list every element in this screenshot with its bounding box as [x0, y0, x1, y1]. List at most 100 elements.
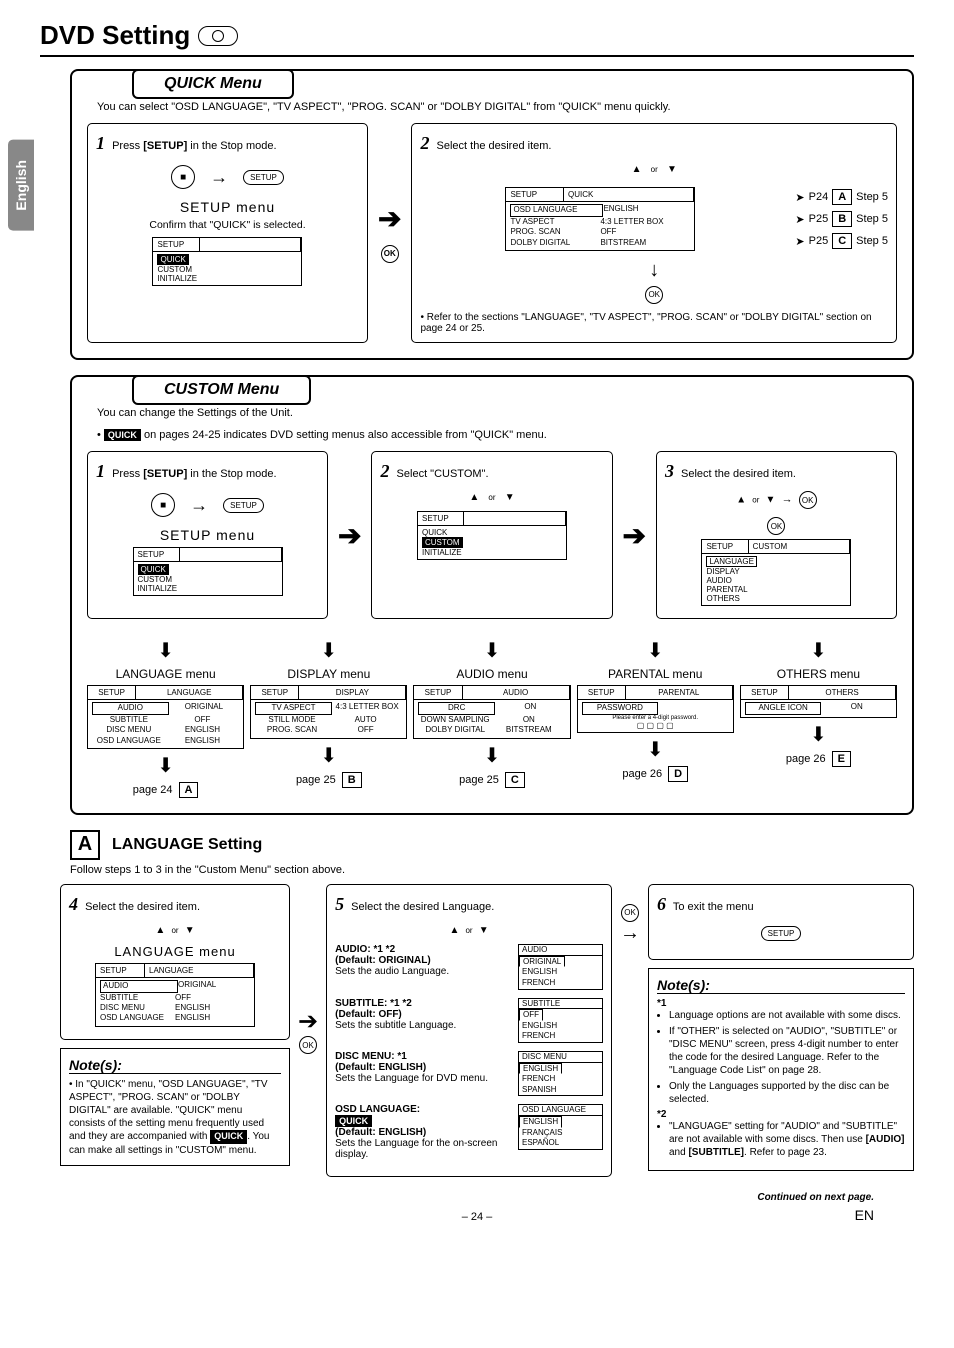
- setup-button-icon: SETUP: [223, 498, 264, 513]
- page-ref-b: ➤ P25 B Step 5: [795, 211, 888, 227]
- down-arrow-icon: ▼: [766, 495, 776, 506]
- page-number: – 24 –: [345, 1211, 610, 1223]
- language-setting-title: LANGUAGE Setting: [112, 836, 262, 854]
- osd-setup-menu: SETUP QUICK CUSTOM INITIALIZE: [417, 511, 567, 560]
- up-arrow-icon: ▲: [632, 164, 642, 175]
- down-arrow-icon: ⬇: [740, 638, 897, 663]
- down-arrow-icon: ⬇: [250, 743, 407, 768]
- osd-option-list: SUBTITLEOFFENGLISHFRENCH: [518, 998, 603, 1043]
- quick-intro: You can select "OSD LANGUAGE", "TV ASPEC…: [97, 101, 897, 113]
- language-mark: EN: [609, 1207, 874, 1223]
- down-arrow-icon: ▼: [505, 492, 515, 503]
- step-number: 2: [420, 133, 429, 153]
- quick-badge: QUICK: [104, 429, 141, 441]
- page-title-row: DVD Setting: [40, 20, 914, 57]
- lang-step-4: 4 Select the desired item. ▲ or ▼ LANGUA…: [60, 884, 290, 1040]
- ok-button-icon: OK: [621, 904, 639, 922]
- ok-button-icon: OK: [381, 245, 399, 263]
- language-setting-item: OSD LANGUAGEENGLISHFRANÇAISESPAÑOL OSD L…: [335, 1104, 603, 1160]
- notes-box-2: Note(s): *1 Language options are not ava…: [648, 968, 914, 1171]
- quick-menu-tab: QUICK Menu: [132, 69, 294, 99]
- down-arrow-icon: ▼: [185, 925, 195, 936]
- up-arrow-icon: ▲: [155, 925, 165, 936]
- down-arrow-icon: ▼: [479, 925, 489, 936]
- page-title: DVD Setting: [40, 20, 190, 51]
- down-arrow-icon: ⬇: [87, 638, 244, 663]
- custom-step-1: 1 Press [SETUP] in the Stop mode. ■ SETU…: [87, 451, 328, 619]
- setup-menu-label: SETUP menu: [96, 527, 319, 543]
- submenu-b: ⬇ DISPLAY menu SETUPDISPLAY TV ASPECT4:3…: [250, 634, 407, 798]
- osd-option-list: AUDIOORIGINALENGLISHFRENCH: [518, 944, 603, 989]
- down-arrow-icon: ⬇: [250, 638, 407, 663]
- custom-menu-tab: CUSTOM Menu: [132, 375, 311, 405]
- up-arrow-icon: ▲: [469, 492, 479, 503]
- osd-submenu: SETUPOTHERS ANGLE ICONON: [740, 685, 897, 717]
- arrow-connector: ➔ OK: [378, 123, 401, 343]
- language-setting-item: SUBTITLEOFFENGLISHFRENCH SUBTITLE: *1 *2…: [335, 998, 603, 1043]
- quick-step-2: 2 Select the desired item. ▲ or ▼ SETUPQ…: [411, 123, 897, 343]
- language-tab: English: [8, 140, 34, 231]
- submenu-d: ⬇ PARENTAL menu SETUPPARENTAL PASSWORDPl…: [577, 634, 734, 798]
- arrow-right-icon: [190, 495, 208, 516]
- custom-intro-1: You can change the Settings of the Unit.: [97, 407, 897, 419]
- custom-menu-section: CUSTOM Menu You can change the Settings …: [70, 375, 914, 815]
- quick-step-1: 1 Press [SETUP] in the Stop mode. ■ SETU…: [87, 123, 368, 343]
- stop-icon: ■: [151, 493, 175, 517]
- page-ref-a: ➤P24 A Step 5: [795, 189, 888, 205]
- osd-submenu: SETUPAUDIO DRCONDOWN SAMPLINGONDOLBY DIG…: [413, 685, 570, 738]
- custom-step-3: 3 Select the desired item. ▲ or ▼ → OK O…: [656, 451, 897, 619]
- ok-button-icon: OK: [645, 286, 663, 304]
- language-setting-header: A LANGUAGE Setting: [70, 830, 914, 860]
- osd-option-list: DISC MENUENGLISHFRENCHSPANISH: [518, 1051, 603, 1096]
- step-number: 1: [96, 133, 105, 153]
- page-ref-c: ➤ P25 C Step 5: [795, 233, 888, 249]
- osd-submenu: SETUPLANGUAGE AUDIOORIGINALSUBTITLEOFFDI…: [87, 685, 244, 749]
- down-arrow-icon: ⬇: [87, 753, 244, 778]
- language-setting-item: AUDIOORIGINALENGLISHFRENCH AUDIO: *1 *2 …: [335, 944, 603, 989]
- osd-language-menu: SETUPLANGUAGE AUDIOORIGINAL SUBTITLEOFF …: [95, 963, 255, 1027]
- submenu-a: ⬇ LANGUAGE menu SETUPLANGUAGE AUDIOORIGI…: [87, 634, 244, 798]
- notes-box-1: Note(s): • In "QUICK" menu, "OSD LANGUAG…: [60, 1048, 290, 1166]
- up-arrow-icon: ▲: [449, 925, 459, 936]
- down-arrow-icon: ⬇: [577, 737, 734, 762]
- page-footer: – 24 – Continued on next page. EN: [40, 1192, 914, 1223]
- up-arrow-icon: ▲: [736, 495, 746, 506]
- down-arrow-icon: ⬇: [577, 638, 734, 663]
- section-letter: A: [70, 830, 100, 860]
- lang-step-5: 5 Select the desired Language. ▲ or ▼ AU…: [326, 884, 612, 1178]
- ok-button-icon: OK: [799, 491, 817, 509]
- osd-submenu: SETUPDISPLAY TV ASPECT4:3 LETTER BOXSTIL…: [250, 685, 407, 738]
- quick-note: • Refer to the sections "LANGUAGE", "TV …: [420, 312, 888, 334]
- custom-step-2: 2 Select "CUSTOM". ▲ or ▼ SETUP QUICK CU…: [371, 451, 612, 619]
- submenu-c: ⬇ AUDIO menu SETUPAUDIO DRCONDOWN SAMPLI…: [413, 634, 570, 798]
- ok-button-icon: OK: [767, 517, 785, 535]
- lang-step-6: 6 To exit the menu SETUP: [648, 884, 914, 960]
- follow-steps-text: Follow steps 1 to 3 in the "Custom Menu"…: [70, 864, 914, 876]
- custom-intro-2: • QUICK on pages 24-25 indicates DVD set…: [97, 429, 897, 441]
- osd-setup-menu: SETUP QUICK CUSTOM INITIALIZE: [133, 547, 283, 596]
- osd-quick-menu: SETUPQUICK OSD LANGUAGEENGLISH TV ASPECT…: [505, 187, 695, 251]
- dvd-disc-icon: [198, 26, 238, 46]
- quick-menu-section: QUICK Menu You can select "OSD LANGUAGE"…: [70, 69, 914, 360]
- stop-icon: ■: [171, 165, 195, 189]
- down-arrow-icon: ⬇: [413, 743, 570, 768]
- down-arrow-icon: ⬇: [740, 722, 897, 747]
- arrow-right-icon: [210, 167, 228, 188]
- osd-setup-menu: SETUP QUICK CUSTOM INITIALIZE: [152, 237, 302, 286]
- down-arrow-icon: ⬇: [413, 638, 570, 663]
- down-arrow-icon: ↓: [420, 259, 888, 282]
- continued-text: Continued on next page.: [609, 1192, 874, 1203]
- arrow-right-icon: →: [782, 494, 793, 506]
- ok-button-icon: OK: [299, 1036, 317, 1054]
- quick-badge: QUICK: [335, 1115, 372, 1127]
- osd-custom-menu: SETUPCUSTOM LANGUAGE DISPLAY AUDIO PAREN…: [701, 539, 851, 606]
- setup-button-icon: SETUP: [243, 170, 284, 185]
- down-arrow-icon: ▼: [667, 164, 677, 175]
- language-setting-item: DISC MENUENGLISHFRENCHSPANISH DISC MENU:…: [335, 1051, 603, 1096]
- confirm-text: Confirm that "QUICK" is selected.: [96, 219, 359, 231]
- submenus-row: ⬇ LANGUAGE menu SETUPLANGUAGE AUDIOORIGI…: [87, 634, 897, 798]
- osd-submenu: SETUPPARENTAL PASSWORDPlease enter a 4-d…: [577, 685, 734, 732]
- submenu-e: ⬇ OTHERS menu SETUPOTHERS ANGLE ICONON ⬇…: [740, 634, 897, 798]
- setup-menu-label: SETUP menu: [96, 199, 359, 215]
- setup-button-icon: SETUP: [761, 926, 802, 941]
